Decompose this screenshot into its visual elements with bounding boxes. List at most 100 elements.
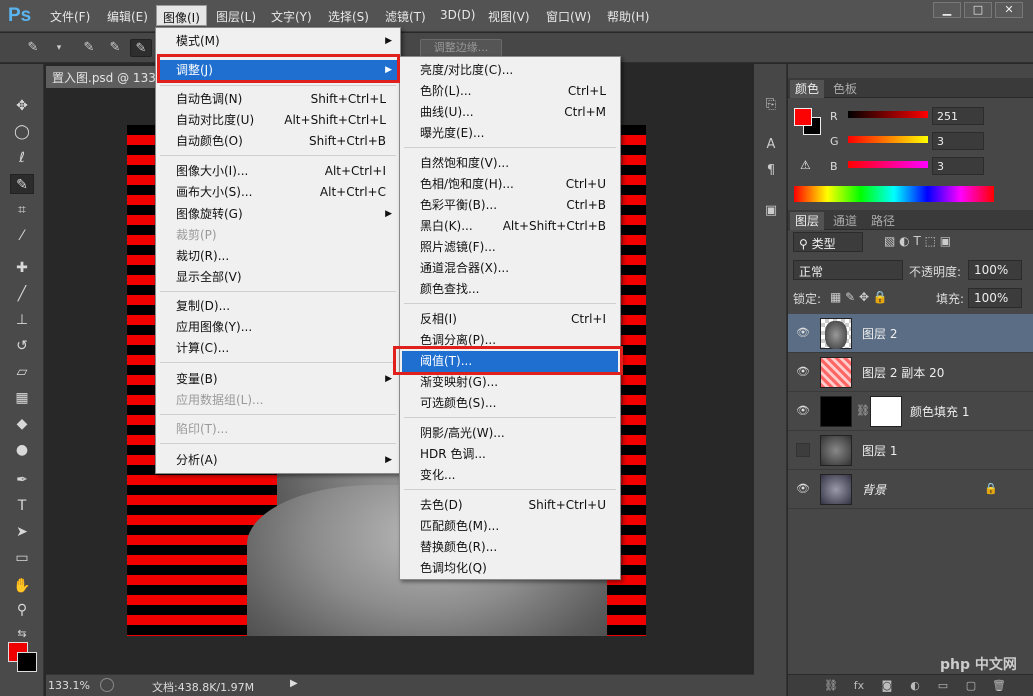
- new-selection-icon[interactable]: ✎: [78, 39, 100, 57]
- menu-item-auto-color[interactable]: 自动颜色(O) Shift+Ctrl+B: [158, 131, 398, 152]
- lock-icons[interactable]: ▦ ✎ ✥ 🔒: [830, 290, 888, 304]
- tab-swatches[interactable]: 色板: [828, 80, 862, 98]
- close-button[interactable]: ✕: [995, 2, 1023, 18]
- menu-item-brightness-contrast[interactable]: 亮度/对比度(C)...: [402, 60, 618, 81]
- zoom-tool-icon[interactable]: ⚲: [10, 600, 34, 620]
- add-mask-icon[interactable]: ◙: [878, 678, 896, 694]
- menu-item-reveal-all[interactable]: 显示全部(V): [158, 267, 398, 288]
- pen-tool-icon[interactable]: ✒: [10, 470, 34, 490]
- menu-item-calculations[interactable]: 计算(C)...: [158, 338, 398, 359]
- delete-layer-icon[interactable]: 🗑: [990, 678, 1008, 694]
- tab-color[interactable]: 颜色: [790, 80, 825, 98]
- menu-item-auto-tone[interactable]: 自动色调(N) Shift+Ctrl+L: [158, 89, 398, 110]
- dodge-tool-icon[interactable]: ●: [10, 440, 34, 460]
- quick-selection-tool-icon[interactable]: ✎: [10, 174, 34, 194]
- menu-item-shadows-highlights[interactable]: 阴影/高光(W)...: [402, 423, 618, 444]
- eraser-tool-icon[interactable]: ▱: [10, 362, 34, 382]
- move-tool-icon[interactable]: ✥: [10, 96, 34, 116]
- eye-icon[interactable]: 👁: [796, 326, 810, 340]
- g-slider[interactable]: [848, 136, 928, 143]
- menu-item-photo-filter[interactable]: 照片滤镜(F)...: [402, 237, 618, 258]
- menu-file[interactable]: 文件(F): [50, 8, 90, 25]
- hand-tool-icon[interactable]: ✋: [10, 576, 34, 596]
- menu-item-desaturate[interactable]: 去色(D) Shift+Ctrl+U: [402, 495, 618, 516]
- layer-row[interactable]: 👁 图层 2 副本 20: [788, 353, 1033, 392]
- menu-item-color-balance[interactable]: 色彩平衡(B)... Ctrl+B: [402, 195, 618, 216]
- tab-layers[interactable]: 图层: [790, 212, 825, 230]
- subtract-selection-icon[interactable]: ✎: [130, 39, 152, 57]
- tab-channels[interactable]: 通道: [828, 212, 862, 230]
- lasso-tool-icon[interactable]: ℓ: [10, 148, 34, 168]
- menu-item-canvas-size[interactable]: 画布大小(S)... Alt+Ctrl+C: [158, 182, 398, 203]
- menu-item-black-white[interactable]: 黑白(K)... Alt+Shift+Ctrl+B: [402, 216, 618, 237]
- fill-input[interactable]: 100%: [968, 288, 1022, 308]
- menu-item-selective-color[interactable]: 可选颜色(S)...: [402, 393, 618, 414]
- menu-item-match-color[interactable]: 匹配颜色(M)...: [402, 516, 618, 537]
- eye-icon[interactable]: 👁: [796, 482, 810, 496]
- layer-row[interactable]: 👁 背景 🔒: [788, 470, 1033, 509]
- menu-item-adjustments[interactable]: 调整(J) ▶: [158, 60, 398, 81]
- menu-item-threshold[interactable]: 阈值(T)...: [402, 351, 618, 372]
- menu-3d[interactable]: 3D(D): [440, 8, 475, 22]
- fx-icon[interactable]: fx: [850, 678, 868, 694]
- menu-item-auto-contrast[interactable]: 自动对比度(U) Alt+Shift+Ctrl+L: [158, 110, 398, 131]
- menu-item-variations[interactable]: 变化...: [402, 465, 618, 486]
- new-layer-icon[interactable]: ▢: [962, 678, 980, 694]
- type-tool-icon[interactable]: T: [10, 496, 34, 516]
- eyedropper-tool-icon[interactable]: ⁄: [10, 226, 34, 246]
- menu-item-vibrance[interactable]: 自然饱和度(V)...: [402, 153, 618, 174]
- status-menu-icon[interactable]: [100, 678, 114, 692]
- menu-item-invert[interactable]: 反相(I) Ctrl+I: [402, 309, 618, 330]
- blur-tool-icon[interactable]: ◆: [10, 414, 34, 434]
- add-selection-icon[interactable]: ✎: [104, 39, 126, 57]
- menu-edit[interactable]: 编辑(E): [107, 8, 148, 25]
- menu-item-hdr-toning[interactable]: HDR 色调...: [402, 444, 618, 465]
- menu-item-equalize[interactable]: 色调均化(Q): [402, 558, 618, 579]
- background-color-swatch[interactable]: [17, 652, 37, 672]
- menu-item-replace-color[interactable]: 替换颜色(R)...: [402, 537, 618, 558]
- history-icon[interactable]: ⎘: [759, 94, 783, 116]
- color-spectrum[interactable]: [794, 186, 994, 202]
- r-slider[interactable]: [848, 111, 928, 118]
- menu-layer[interactable]: 图层(L): [216, 8, 256, 25]
- healing-brush-tool-icon[interactable]: ✚: [10, 258, 34, 278]
- menu-type[interactable]: 文字(Y): [271, 8, 312, 25]
- menu-item-hue-saturation[interactable]: 色相/饱和度(H)... Ctrl+U: [402, 174, 618, 195]
- menu-item-apply-image[interactable]: 应用图像(Y)...: [158, 317, 398, 338]
- menu-item-curves[interactable]: 曲线(U)... Ctrl+M: [402, 102, 618, 123]
- menu-view[interactable]: 视图(V): [488, 8, 530, 25]
- menu-help[interactable]: 帮助(H): [607, 8, 649, 25]
- restore-button[interactable]: □: [964, 2, 992, 18]
- menu-item-analysis[interactable]: 分析(A) ▶: [158, 450, 398, 471]
- menu-image[interactable]: 图像(I): [156, 5, 207, 26]
- marquee-tool-icon[interactable]: ◯: [10, 122, 34, 142]
- status-arrow-icon[interactable]: ▶: [290, 678, 298, 689]
- blend-mode-select[interactable]: 正常: [793, 260, 903, 280]
- document-tab[interactable]: 置入图.psd @ 133: [46, 66, 158, 88]
- r-value[interactable]: 251: [932, 107, 984, 125]
- menu-item-image-size[interactable]: 图像大小(I)... Alt+Ctrl+I: [158, 161, 398, 182]
- menu-item-gradient-map[interactable]: 渐变映射(G)...: [402, 372, 618, 393]
- minimize-button[interactable]: ▁: [933, 2, 961, 18]
- gradient-tool-icon[interactable]: ▦: [10, 388, 34, 408]
- menu-item-mode[interactable]: 模式(M) ▶: [158, 31, 398, 52]
- layer-row[interactable]: 👁 图层 2: [788, 314, 1033, 353]
- filter-icons[interactable]: ▧ ◐ T ⬚ ▣: [884, 234, 951, 248]
- gamut-warning-icon[interactable]: ⚠: [800, 158, 811, 172]
- eye-icon[interactable]: 👁: [796, 404, 810, 418]
- character-icon[interactable]: A: [759, 134, 783, 156]
- history-brush-tool-icon[interactable]: ↺: [10, 336, 34, 356]
- link-icon[interactable]: ⛓: [856, 404, 870, 417]
- new-group-icon[interactable]: ▭: [934, 678, 952, 694]
- zoom-level[interactable]: 133.1%: [48, 679, 90, 692]
- menu-item-channel-mixer[interactable]: 通道混合器(X)...: [402, 258, 618, 279]
- g-value[interactable]: 3: [932, 132, 984, 150]
- foreground-color-preview[interactable]: [794, 108, 812, 126]
- menu-item-duplicate[interactable]: 复制(D)...: [158, 296, 398, 317]
- opacity-input[interactable]: 100%: [968, 260, 1022, 280]
- b-slider[interactable]: [848, 161, 928, 168]
- eye-off-icon[interactable]: [796, 443, 810, 457]
- path-selection-tool-icon[interactable]: ➤: [10, 522, 34, 542]
- b-value[interactable]: 3: [932, 157, 984, 175]
- menu-item-posterize[interactable]: 色调分离(P)...: [402, 330, 618, 351]
